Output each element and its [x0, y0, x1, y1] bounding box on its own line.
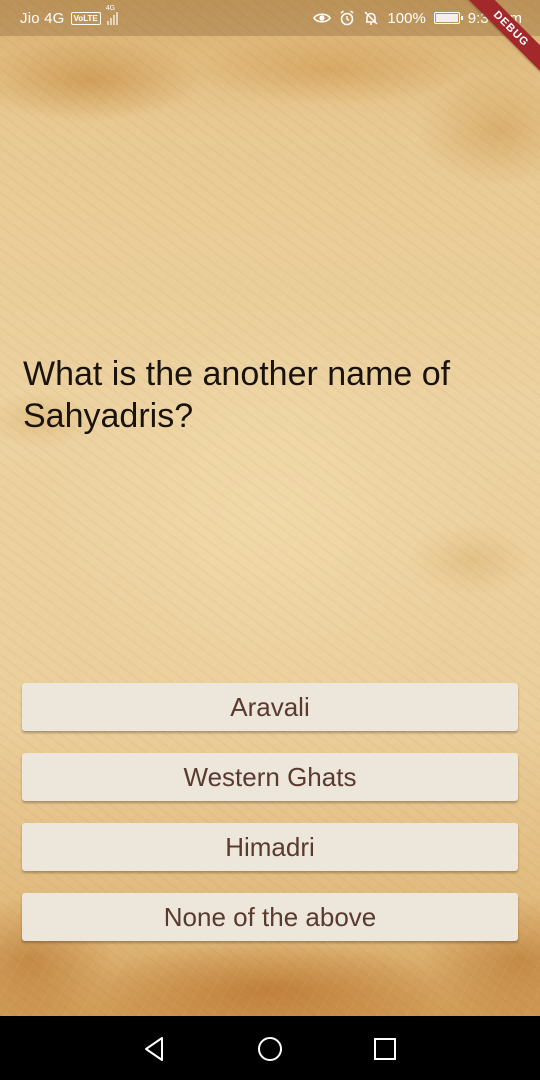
home-icon[interactable] — [255, 1034, 285, 1064]
carrier-name: Jio 4G — [20, 9, 65, 27]
eye-icon — [313, 11, 332, 25]
alarm-icon — [339, 10, 355, 26]
answer-list: Aravali Western Ghats Himadri None of th… — [22, 683, 518, 963]
status-bar: Jio 4G VoLTE 4G 100% — [0, 0, 540, 36]
quiz-screen: Jio 4G VoLTE 4G 100% DEBUG What is the a… — [0, 0, 540, 1080]
network-type: 4G — [105, 5, 116, 12]
back-icon[interactable] — [139, 1034, 169, 1064]
recents-icon[interactable] — [370, 1034, 400, 1064]
answer-button-none-of-the-above[interactable]: None of the above — [22, 893, 518, 941]
answer-button-aravali[interactable]: Aravali — [22, 683, 518, 731]
signal-icon: 4G — [106, 5, 118, 25]
status-left: Jio 4G VoLTE 4G — [20, 5, 118, 27]
battery-percent: 100% — [387, 9, 426, 27]
battery-icon — [433, 12, 463, 24]
bell-off-icon — [363, 10, 379, 26]
volte-badge: VoLTE — [70, 11, 101, 25]
navigation-bar — [0, 1016, 540, 1080]
question-text: What is the another name of Sahyadris? — [23, 355, 451, 435]
answer-button-western-ghats[interactable]: Western Ghats — [22, 753, 518, 801]
answer-button-himadri[interactable]: Himadri — [22, 823, 518, 871]
